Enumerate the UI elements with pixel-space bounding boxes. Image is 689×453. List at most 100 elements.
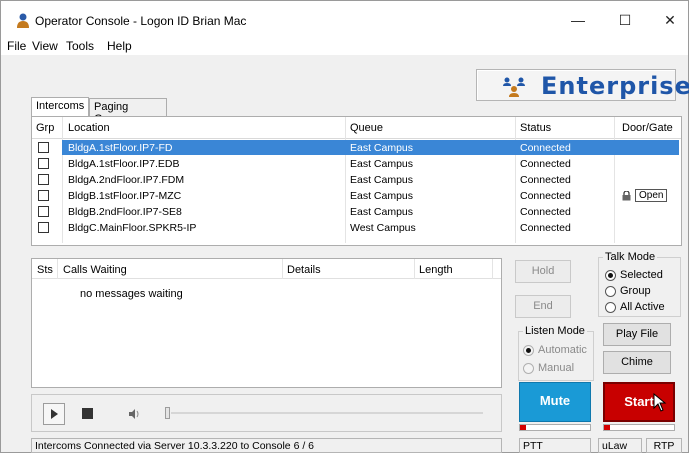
group-checkbox[interactable] [38,174,49,185]
row-queue: East Campus [350,142,414,154]
operator-console-window: Operator Console - Logon ID Brian Mac — … [0,0,689,453]
column-grp[interactable]: Grp [36,122,54,134]
table-row[interactable]: BldgA.1stFloor.IP7-FD East Campus Connec… [32,140,681,156]
seek-slider-track[interactable] [171,412,483,414]
group-checkbox[interactable] [38,190,49,201]
output-level-meter [603,424,675,431]
minimize-button[interactable]: — [558,9,598,31]
intercoms-table: Grp Location Queue Status Door/Gate Bldg… [31,116,682,246]
row-queue: East Campus [350,174,414,186]
row-location: BldgC.MainFloor.SPKR5-IP [68,222,197,234]
talk-mode-all-active-radio[interactable] [605,302,616,313]
operator-user-icon [17,13,29,28]
row-queue: West Campus [350,222,416,234]
play-icon [51,409,58,419]
column-divider [282,259,283,279]
column-calls-waiting[interactable]: Calls Waiting [63,264,127,276]
row-queue: East Campus [350,190,414,202]
row-location: BldgB.2ndFloor.IP7-SE8 [68,206,182,218]
talk-mode-group-radio[interactable] [605,286,616,297]
group-checkbox[interactable] [38,222,49,233]
row-location: BldgA.1stFloor.IP7-FD [68,142,173,154]
tab-paging-groups[interactable]: Paging Groups [89,98,167,125]
group-checkbox[interactable] [38,158,49,169]
menu-bar: File View Tools Help [1,35,688,55]
row-status: Connected [520,158,571,170]
mute-button[interactable]: Mute [519,382,591,422]
listen-mode-manual-label[interactable]: Manual [538,362,574,374]
status-message: Intercoms Connected via Server 10.3.3.22… [31,438,502,453]
column-status[interactable]: Status [520,122,551,134]
talk-mode-all-active-label[interactable]: All Active [620,301,665,313]
calls-header: Sts Calls Waiting Details Length [32,259,501,279]
ptt-level-meter [519,424,591,431]
listen-mode-automatic-label[interactable]: Automatic [538,344,587,356]
row-status: Connected [520,142,571,154]
row-queue: East Campus [350,206,414,218]
people-group-icon [503,77,525,97]
end-button[interactable]: End [515,295,571,318]
chime-button[interactable]: Chime [603,351,671,374]
table-header: Grp Location Queue Status Door/Gate [32,117,681,139]
title-bar: Operator Console - Logon ID Brian Mac — … [1,1,688,35]
listen-mode-manual-radio[interactable] [523,363,534,374]
column-divider [57,259,58,279]
row-queue: East Campus [350,158,414,170]
menu-view[interactable]: View [32,39,58,53]
row-location: BldgA.2ndFloor.IP7.FDM [68,174,185,186]
listen-mode-automatic-radio[interactable] [523,345,534,356]
group-checkbox[interactable] [38,206,49,217]
row-status: Connected [520,190,571,202]
empty-calls-message: no messages waiting [80,288,183,300]
row-location: BldgB.1stFloor.IP7-MZC [68,190,182,202]
talk-mode-selected-label[interactable]: Selected [620,269,663,281]
row-status: Connected [520,222,571,234]
menu-tools[interactable]: Tools [66,39,94,53]
talk-mode-selected-radio[interactable] [605,270,616,281]
listen-mode-title: Listen Mode [523,325,587,337]
row-status: Connected [520,174,571,186]
column-location[interactable]: Location [68,122,110,134]
play-button[interactable] [43,403,65,425]
door-open-button[interactable]: Open [635,189,668,202]
status-codec: uLaw [598,438,642,453]
table-row[interactable]: BldgB.1stFloor.IP7-MZC East Campus Conne… [32,188,681,204]
maximize-button[interactable]: ☐ [605,9,645,31]
group-checkbox[interactable] [38,142,49,153]
calls-waiting-list: Sts Calls Waiting Details Length no mess… [31,258,502,388]
listen-mode-group: Listen Mode Automatic Manual [518,325,594,381]
column-door-gate[interactable]: Door/Gate [622,122,673,134]
table-row[interactable]: BldgA.1stFloor.IP7.EDB East Campus Conne… [32,156,681,172]
talk-mode-title: Talk Mode [603,251,658,263]
row-location: BldgA.1stFloor.IP7.EDB [68,158,180,170]
column-length[interactable]: Length [419,264,453,276]
speaker-icon[interactable] [127,407,141,421]
column-divider [414,259,415,279]
menu-file[interactable]: File [7,39,26,53]
column-queue[interactable]: Queue [350,122,383,134]
talk-mode-group: Talk Mode Selected Group All Active [598,251,681,317]
logo-text: Enterprise [541,72,689,100]
status-ptt: PTT [519,438,591,453]
seek-slider-thumb[interactable] [165,407,170,419]
column-sts[interactable]: Sts [37,264,53,276]
row-status: Connected [520,206,571,218]
talk-mode-group-label[interactable]: Group [620,285,651,297]
media-player [31,394,502,432]
column-details[interactable]: Details [287,264,321,276]
close-button[interactable]: ✕ [650,9,689,31]
output-level-fill [604,425,610,430]
play-file-button[interactable]: Play File [603,323,671,346]
table-row[interactable]: BldgB.2ndFloor.IP7-SE8 East Campus Conne… [32,204,681,220]
tab-intercoms[interactable]: Intercoms [31,97,89,117]
enterprise-logo: Enterprise [476,69,689,101]
status-transport: RTP [646,438,682,453]
table-row[interactable]: BldgA.2ndFloor.IP7.FDM East Campus Conne… [32,172,681,188]
table-row[interactable]: BldgC.MainFloor.SPKR5-IP West Campus Con… [32,220,681,236]
ptt-level-fill [520,425,526,430]
mouse-cursor-icon [653,393,667,412]
padlock-icon [622,191,631,201]
hold-button[interactable]: Hold [515,260,571,283]
stop-button[interactable] [82,408,93,419]
menu-help[interactable]: Help [107,39,132,53]
